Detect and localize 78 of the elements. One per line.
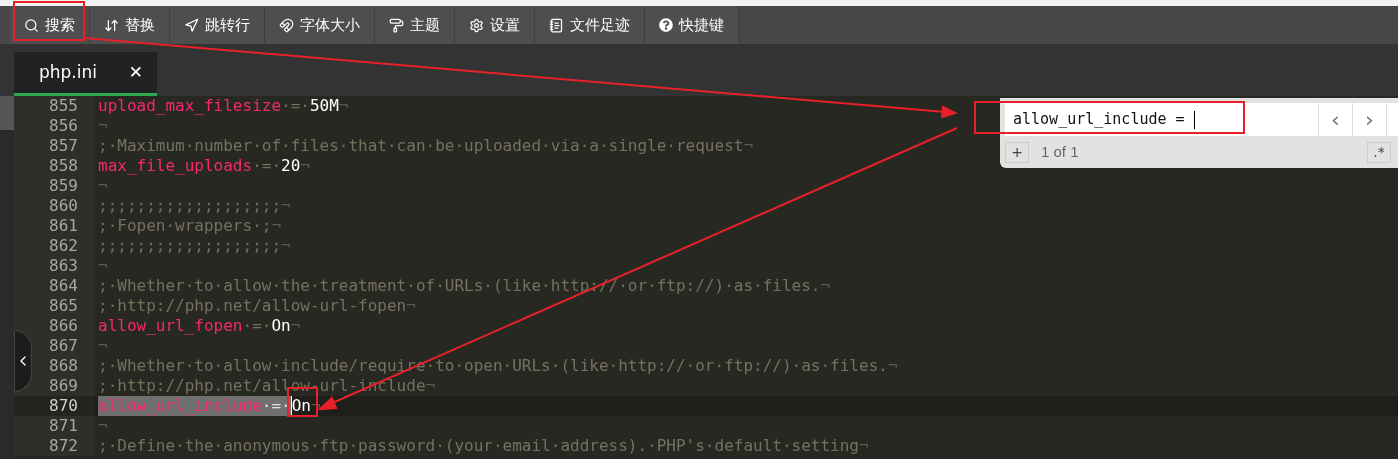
tab-title: php.ini bbox=[39, 60, 97, 84]
line-number: 855 bbox=[14, 96, 95, 116]
close-button[interactable]: ✕ bbox=[128, 59, 143, 86]
setting-key: upload_max_filesize bbox=[98, 96, 282, 116]
side-panel-tab[interactable] bbox=[0, 96, 14, 130]
equals-sign: ·=· bbox=[281, 96, 310, 116]
toolbar-button[interactable]: 快捷键 bbox=[645, 6, 739, 44]
line-number: 864 bbox=[14, 276, 95, 296]
highlight-frame bbox=[13, 1, 85, 41]
line-number: 858 bbox=[14, 156, 95, 176]
toolbar-button[interactable]: 跳转行 bbox=[170, 6, 265, 44]
line-number: 860 bbox=[14, 196, 95, 216]
line-end-mark: ¬ bbox=[98, 336, 108, 356]
match-count: 1 of 1 bbox=[1041, 141, 1079, 162]
regex-toggle[interactable]: .* bbox=[1367, 141, 1391, 163]
setting-value: 20 bbox=[281, 156, 301, 176]
equals-sign: ·=· bbox=[252, 156, 282, 176]
equals-sign: ·=· bbox=[242, 316, 272, 336]
paint-roller-icon bbox=[389, 17, 404, 33]
option-toggle[interactable] bbox=[1386, 103, 1398, 136]
previous-match-button[interactable]: ‹ bbox=[1318, 103, 1352, 136]
line-end-mark: ¬ bbox=[98, 176, 108, 196]
line-end-mark: ¬ bbox=[281, 196, 291, 216]
comment-text: ;;;;;;;;;;;;;;;;;;; bbox=[98, 196, 282, 216]
comment-text: ;·Define·the·anonymous·ftp·password·(your·email·address).·PHP's·default·setting bbox=[98, 436, 859, 456]
line-number: 872 bbox=[14, 436, 95, 456]
line-end-mark: ¬ bbox=[98, 416, 108, 436]
line-end-mark: ¬ bbox=[859, 436, 869, 456]
toolbar-button[interactable]: 主题 bbox=[375, 6, 455, 44]
toolbar-button[interactable]: 设置 bbox=[455, 6, 535, 44]
setting-key: allow_url_fopen bbox=[98, 316, 243, 336]
line-number: 863 bbox=[14, 256, 95, 276]
line-end-mark: ¬ bbox=[820, 276, 831, 296]
comment-text: ;·http://php.net/allow-url-fopen bbox=[98, 296, 407, 316]
line-end-mark: ¬ bbox=[406, 296, 416, 316]
line-end-mark: ¬ bbox=[290, 316, 301, 336]
line-end-mark: ¬ bbox=[98, 116, 108, 136]
toolbar-button[interactable]: 字体大小 bbox=[265, 6, 375, 44]
setting-value: 50M bbox=[309, 96, 339, 116]
line-number: 856 bbox=[14, 116, 95, 136]
line-end-mark: ¬ bbox=[743, 136, 754, 156]
line-end-mark: ¬ bbox=[271, 216, 282, 236]
line-number: 857 bbox=[14, 136, 95, 156]
collapse-sidebar-button[interactable] bbox=[14, 330, 32, 392]
comment-text: ;;;;;;;;;;;;;;;;;;; bbox=[98, 236, 282, 256]
navigation-arrow-icon bbox=[184, 17, 199, 33]
line-end-mark: ¬ bbox=[98, 256, 108, 276]
line-end-mark: ¬ bbox=[281, 236, 291, 256]
next-match-button[interactable]: › bbox=[1352, 103, 1386, 136]
comment-text: ;·Fopen·wrappers·; bbox=[98, 216, 272, 236]
add-button[interactable]: + bbox=[1005, 141, 1029, 163]
line-number: 870 bbox=[14, 396, 95, 416]
line-number: 861 bbox=[14, 216, 95, 236]
line-number: 862 bbox=[14, 236, 95, 256]
line-end-mark: ¬ bbox=[338, 96, 349, 116]
notebook-icon bbox=[549, 17, 564, 33]
line-number: 859 bbox=[14, 176, 95, 196]
toolbar-button[interactable]: 替换 bbox=[90, 6, 170, 44]
line-number: 871 bbox=[14, 416, 95, 436]
help-icon bbox=[659, 18, 673, 32]
comment-text: ;·Maximum·number·of·files·that·can·be·uploaded·via·a·single·request bbox=[98, 136, 744, 156]
toolbar-button[interactable]: 文件足迹 bbox=[535, 6, 645, 44]
setting-value: On bbox=[271, 316, 291, 336]
search-icon bbox=[24, 17, 39, 33]
toolbar-button[interactable]: 搜索 bbox=[10, 6, 90, 44]
file-tab[interactable]: php.ini ✕ bbox=[14, 52, 157, 96]
magnet-icon bbox=[279, 17, 294, 33]
search-field[interactable]: allow_url_include = bbox=[1005, 103, 1318, 136]
swap-arrows-icon bbox=[104, 17, 119, 33]
line-end-mark: ¬ bbox=[887, 356, 898, 376]
setting-key: allow_url_include bbox=[98, 396, 262, 416]
setting-key: max_file_uploads bbox=[98, 156, 253, 176]
setting-value: On bbox=[290, 396, 311, 416]
line-number: 865 bbox=[14, 296, 95, 316]
line-number: 866 bbox=[14, 316, 95, 336]
settings-icon bbox=[469, 17, 484, 33]
line-end-mark: ¬ bbox=[300, 156, 310, 176]
line-end-mark: ¬ bbox=[425, 376, 436, 396]
